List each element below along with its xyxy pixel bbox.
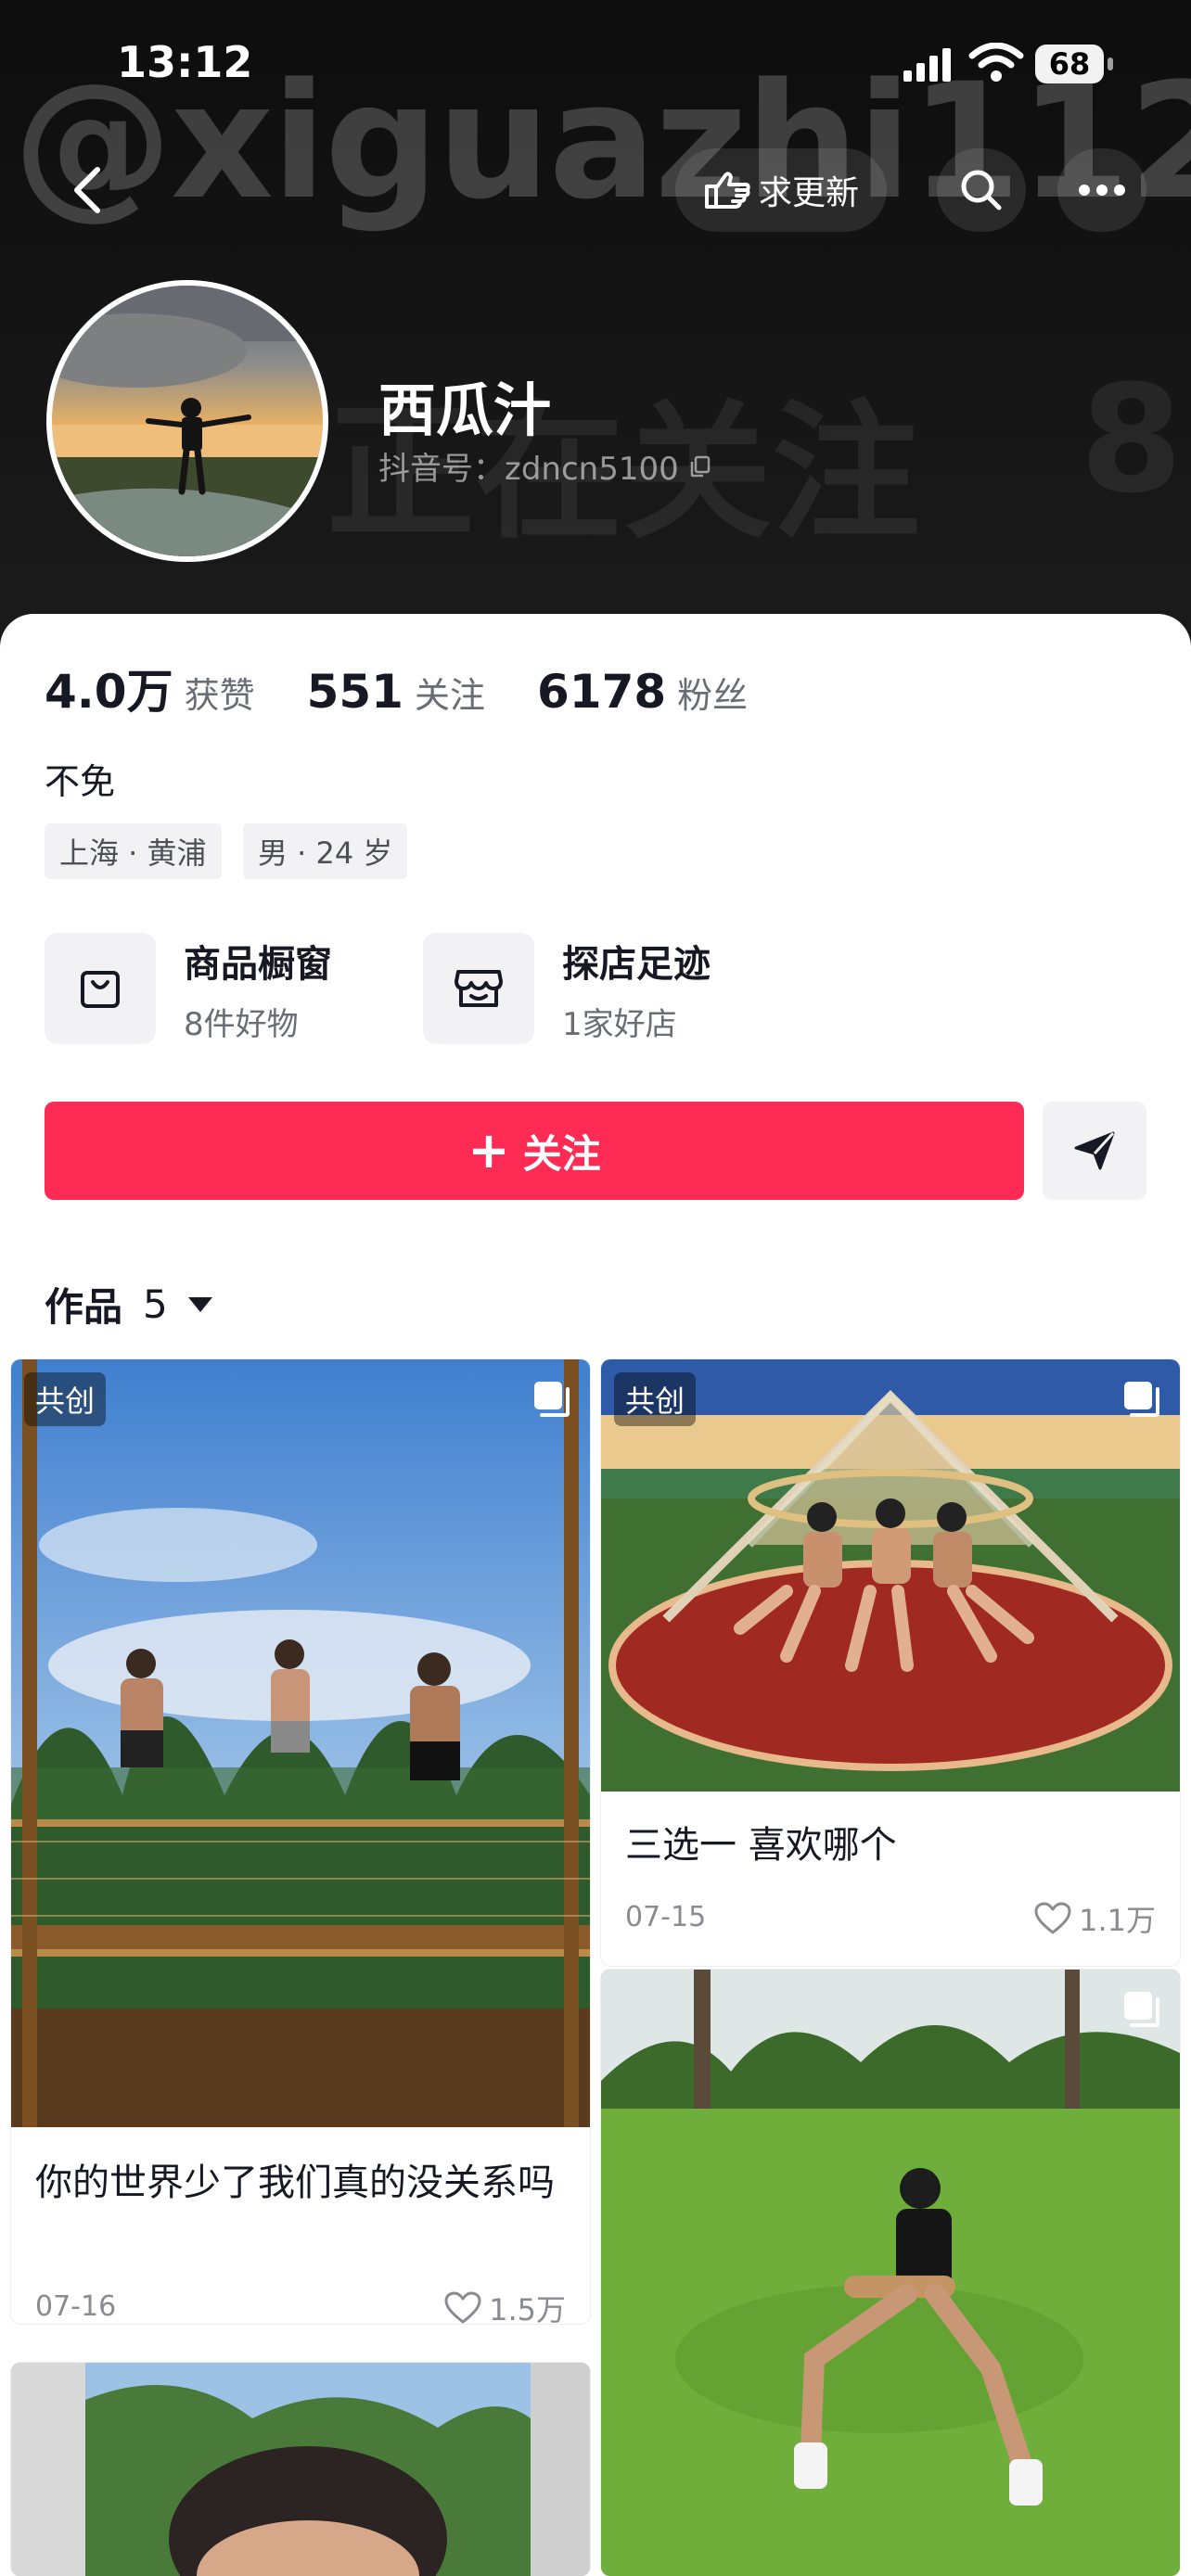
- gender-age-tag: 男 · 24 岁: [243, 823, 408, 879]
- post-thumbnail: [601, 1970, 1180, 2576]
- works-tab[interactable]: 作品 5: [45, 1276, 212, 1333]
- post-date: 07-15: [625, 1901, 707, 1933]
- post-title: 你的世界少了我们真的没关系吗: [35, 2162, 555, 2204]
- followers-count[interactable]: 6178: [537, 665, 666, 719]
- store-visits-subtitle: 1家好店: [562, 1005, 677, 1043]
- multi-image-icon: [534, 1382, 570, 1417]
- battery-nub: [1108, 57, 1113, 70]
- shop-window-subtitle: 8件好物: [184, 1005, 299, 1043]
- douyin-id[interactable]: 抖音号：zdncn5100: [378, 443, 711, 489]
- store-visits-iconbox: [423, 933, 534, 1044]
- battery-indicator: 68: [1035, 45, 1104, 83]
- heart-icon: [1034, 1902, 1071, 1934]
- followers-label[interactable]: 粉丝: [677, 667, 748, 718]
- works-count: 5: [143, 1282, 168, 1327]
- search-icon: [961, 170, 1002, 210]
- works-label: 作品: [45, 1284, 123, 1330]
- post-title: 三选一 喜欢哪个: [625, 1824, 897, 1867]
- more-options-button[interactable]: [1057, 148, 1146, 232]
- profile-bio: 不免: [45, 761, 116, 802]
- wifi-icon: [968, 43, 1024, 82]
- shop-window-iconbox: [45, 933, 156, 1044]
- more-dots-icon: [1079, 185, 1125, 196]
- multi-image-icon: [1124, 1992, 1159, 2027]
- store-visits-entry[interactable]: 探店足迹 1家好店: [423, 933, 711, 1044]
- follow-label: 关注: [522, 1130, 601, 1177]
- profile-name: 西瓜汁: [378, 376, 552, 444]
- heart-icon: [444, 2291, 481, 2324]
- search-button[interactable]: [937, 148, 1026, 232]
- follow-button[interactable]: + 关注: [45, 1102, 1024, 1200]
- store-visits-title: 探店足迹: [562, 942, 711, 986]
- chevron-left-icon: [74, 167, 100, 213]
- plus-icon: +: [467, 1121, 510, 1180]
- post-likes: 1.1万: [1034, 1897, 1156, 1940]
- send-arrow-icon: [1074, 1131, 1115, 1170]
- location-tag: 上海 · 黄浦: [45, 823, 222, 879]
- avatar-silhouette: [52, 286, 323, 556]
- request-update-button[interactable]: 求更新: [675, 148, 887, 232]
- avatar[interactable]: [46, 280, 328, 562]
- pointing-hand-icon: [704, 172, 750, 209]
- copy-icon: [690, 455, 710, 477]
- caret-down-icon: [187, 1296, 212, 1312]
- post-tile[interactable]: 共创 你的世界少了我们真的没关系吗 07-16 1.5万: [11, 1359, 590, 2324]
- post-tile[interactable]: [11, 2363, 590, 2576]
- post-date: 07-16: [35, 2290, 117, 2323]
- post-tile[interactable]: [601, 1970, 1180, 2576]
- post-like-count: 1.5万: [489, 2292, 566, 2324]
- shop-window-title: 商品橱窗: [184, 942, 332, 986]
- shop-window-entry[interactable]: 商品橱窗 8件好物: [45, 933, 332, 1044]
- post-thumbnail: [11, 2363, 590, 2576]
- co-creation-badge: 共创: [614, 1372, 697, 1426]
- profile-header: 正在关注 87 @xiguazhi1122 13:12 68 求更新: [0, 0, 1191, 649]
- status-bar: 13:12 68: [0, 0, 1191, 130]
- status-time: 13:12: [117, 37, 253, 87]
- back-button[interactable]: [56, 156, 121, 224]
- post-like-count: 1.1万: [1079, 1903, 1156, 1938]
- likes-label: 获赞: [184, 675, 255, 716]
- profile-stats: 4.0万 获赞 551 关注 6178 粉丝: [45, 655, 800, 721]
- post-tile[interactable]: 共创 三选一 喜欢哪个 07-15 1.1万: [601, 1359, 1180, 1966]
- co-creation-badge: 共创: [24, 1372, 107, 1426]
- post-thumbnail: [11, 1359, 590, 2127]
- multi-image-icon: [1124, 1382, 1159, 1417]
- signal-icon: [903, 48, 951, 82]
- following-count[interactable]: 551: [307, 665, 403, 719]
- request-update-label: 求更新: [758, 174, 859, 212]
- send-message-button[interactable]: [1043, 1102, 1146, 1200]
- store-icon: [455, 970, 503, 1007]
- likes-count: 4.0万: [45, 665, 173, 719]
- post-likes: 1.5万: [444, 2287, 566, 2324]
- douyin-id-text: 抖音号：zdncn5100: [378, 451, 679, 488]
- bag-icon: [81, 971, 120, 1008]
- following-label[interactable]: 关注: [415, 667, 485, 718]
- header-ghost-count: 87: [1080, 352, 1191, 526]
